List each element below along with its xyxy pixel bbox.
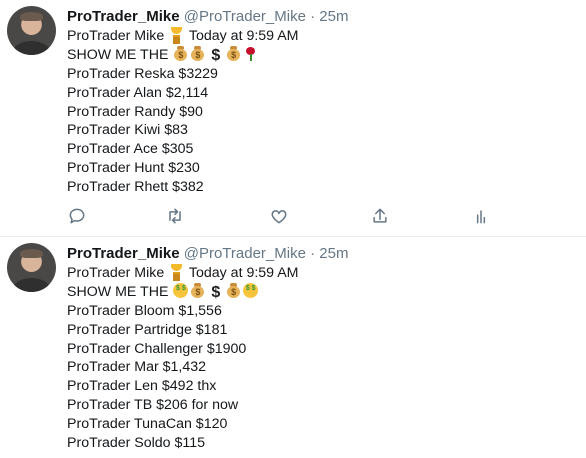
trophy-emoji	[169, 27, 184, 44]
money-bag-emoji	[190, 282, 205, 298]
list-item: ProTrader Len $492 thx	[67, 378, 217, 395]
like-button[interactable]	[269, 206, 293, 230]
show-text: SHOW ME THE	[67, 46, 169, 63]
share-button[interactable]	[370, 206, 394, 230]
money-bag-emoji	[226, 282, 241, 298]
list-item: ProTrader Ace $305	[67, 141, 194, 158]
money-bag-emoji	[226, 45, 241, 61]
list-item: ProTrader Mar $1,432	[67, 359, 207, 376]
money-bag-emoji	[173, 45, 188, 61]
intro-time: Today at 9:59 AM	[188, 265, 299, 281]
money-mouth-face-emoji	[243, 282, 259, 298]
retweet-icon	[169, 208, 181, 224]
retweet-button[interactable]	[165, 206, 189, 230]
list-item: ProTrader TunaCan $120	[67, 416, 228, 433]
tweet[interactable]: ProTrader_Mike @ProTrader_Mike · 25m Pro…	[0, 237, 586, 458]
separator: ·	[310, 245, 316, 262]
timestamp[interactable]: 25m	[319, 8, 348, 25]
like-icon	[271, 210, 287, 224]
analytics-icon	[476, 210, 486, 224]
dollar-sign: $	[211, 46, 221, 64]
timestamp[interactable]: 25m	[319, 245, 348, 262]
share-icon	[373, 208, 387, 223]
display-name[interactable]: ProTrader_Mike	[67, 245, 180, 262]
user-handle[interactable]: @ProTrader_Mike	[184, 8, 306, 25]
show-text: SHOW ME THE	[67, 283, 169, 300]
separator: ·	[310, 8, 316, 25]
tweet-header: ProTrader_Mike @ProTrader_Mike · 25m	[67, 244, 348, 264]
tweet[interactable]: ProTrader_Mike @ProTrader_Mike · 25m Pro…	[0, 0, 586, 237]
tweet-header: ProTrader_Mike @ProTrader_Mike · 25m	[67, 7, 348, 27]
list-item: ProTrader Randy $90	[67, 103, 203, 120]
tweet-text: ProTrader Mike Today at 9:59 AM SHOW ME …	[67, 27, 299, 197]
analytics-button[interactable]	[471, 206, 495, 230]
tweet-actions	[67, 206, 497, 230]
avatar[interactable]	[7, 6, 56, 55]
tweet-text: ProTrader Mike Today at 9:59 AM SHOW ME …	[67, 264, 299, 453]
list-item: ProTrader Challenger $1900	[67, 340, 247, 357]
trophy-emoji	[169, 264, 184, 281]
list-item: ProTrader TB $206 for now	[67, 397, 239, 414]
money-bag-emoji	[190, 45, 205, 61]
intro-time: Today at 9:59 AM	[188, 28, 299, 44]
money-mouth-face-emoji	[173, 282, 189, 298]
list-item: ProTrader Soldo $115	[67, 435, 206, 452]
list-item: ProTrader Alan $2,114	[67, 84, 209, 101]
user-handle[interactable]: @ProTrader_Mike	[184, 245, 306, 262]
list-item: ProTrader Partridge $181	[67, 321, 228, 338]
list-item: ProTrader Bloom $1,556	[67, 302, 222, 319]
list-item: ProTrader Reska $3229	[67, 65, 218, 82]
list-item: ProTrader Hunt $230	[67, 160, 200, 177]
list-item: ProTrader Rhett $382	[67, 179, 204, 196]
reply-button[interactable]	[67, 206, 91, 230]
display-name[interactable]: ProTrader_Mike	[67, 8, 180, 25]
dollar-sign: $	[211, 283, 221, 301]
intro-name: ProTrader Mike	[67, 28, 165, 44]
avatar[interactable]	[7, 243, 56, 292]
rose-emoji	[243, 46, 258, 61]
reply-icon	[69, 208, 85, 224]
intro-name: ProTrader Mike	[67, 265, 165, 281]
list-item: ProTrader Kiwi $83	[67, 122, 188, 139]
